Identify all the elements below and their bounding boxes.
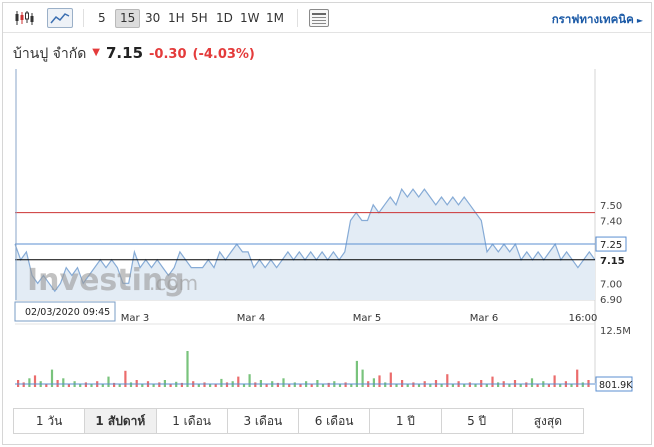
price-chart[interactable]: 7.257.15 7.507.407.006.90 Mar 3 Mar 4 Mar … — [3, 3, 651, 403]
volume-bar — [169, 384, 172, 387]
volume-bar — [468, 382, 471, 387]
volume-bar — [101, 384, 104, 387]
volume-last-label: 801.9K — [599, 380, 633, 391]
volume-bar — [525, 382, 528, 387]
volume-bar — [248, 374, 251, 387]
volume-bar — [129, 382, 133, 387]
investing-logo-suffix: .com — [149, 271, 198, 295]
volume-bar — [203, 382, 206, 387]
range-tab-1m[interactable]: 1 เดือน — [156, 409, 228, 433]
volume-bar — [491, 376, 494, 387]
volume-bar — [378, 375, 381, 387]
volume-bar — [79, 384, 82, 387]
x-tick-label: Mar 6 — [470, 313, 498, 324]
volume-bar — [474, 384, 477, 387]
volume-bar — [451, 384, 454, 387]
volume-bar — [158, 382, 161, 387]
volume-bar — [33, 375, 37, 387]
volume-bar — [440, 384, 443, 387]
volume-bar — [62, 378, 65, 387]
range-tab-1w[interactable]: 1 สัปดาห์ — [85, 409, 157, 433]
volume-bar — [384, 382, 387, 387]
volume-bar — [570, 384, 573, 387]
range-tab-1d[interactable]: 1 วัน — [14, 409, 86, 433]
volume-bar — [519, 384, 522, 387]
volume-bar — [508, 384, 511, 387]
volume-bar — [22, 382, 25, 387]
investing-watermark: Investing.com — [27, 263, 198, 298]
range-tab-6m[interactable]: 6 เดือน — [299, 409, 371, 433]
volume-bar — [299, 384, 302, 387]
volume-bar — [220, 378, 223, 387]
volume-bar — [45, 384, 48, 387]
x-tick-label: Mar 3 — [121, 313, 149, 324]
volume-bar — [254, 382, 257, 387]
volume-bar — [84, 382, 87, 387]
volume-bar — [412, 382, 415, 387]
chart-widget: 5 15 30 1H 5H 1D 1W 1M กราฟทางเทคนิค ► บ้… — [2, 2, 652, 445]
y-tick-label: 7.40 — [600, 217, 622, 228]
x-tick-label: 16:00 — [569, 313, 598, 324]
y-tick-label: 6.90 — [600, 295, 622, 306]
crosshair-time-label: 02/03/2020 09:45 — [25, 307, 110, 318]
volume-bar — [446, 374, 449, 387]
volume-bar — [293, 382, 296, 387]
volume-bar — [152, 384, 155, 387]
volume-bar — [197, 384, 200, 387]
chart-grid — [15, 69, 596, 383]
x-tick-label: Mar 5 — [353, 313, 381, 324]
volume-bar — [186, 351, 189, 387]
volume-bar — [237, 376, 240, 387]
volume-bar — [124, 370, 127, 387]
volume-bar — [225, 382, 229, 387]
x-tick-label: Mar 4 — [237, 313, 265, 324]
volume-bar — [344, 382, 347, 387]
volume-bar — [406, 384, 409, 387]
range-tabs: 1 วัน 1 สัปดาห์ 1 เดือน 3 เดือน 6 เดือน … — [13, 408, 584, 434]
volume-bar — [355, 360, 358, 387]
volume-bar — [547, 384, 550, 387]
volume-bar — [321, 384, 325, 387]
price-line-label: 7.25 — [600, 240, 622, 251]
volume-bar — [417, 384, 421, 387]
range-tab-5y[interactable]: 5 ปี — [441, 409, 513, 433]
volume-bar — [553, 375, 556, 387]
range-tab-1y[interactable]: 1 ปี — [370, 409, 442, 433]
volume-max-label: 12.5M — [600, 326, 631, 337]
price-line-label: 7.15 — [600, 256, 625, 267]
volume-bar — [67, 384, 70, 387]
volume-bar — [530, 378, 534, 387]
volume-bar — [209, 384, 212, 387]
volume-bar — [107, 376, 110, 387]
range-tab-3m[interactable]: 3 เดือน — [227, 409, 299, 433]
volume-bar — [282, 378, 285, 387]
y-tick-label: 7.50 — [600, 201, 622, 212]
x-axis-ticks: Mar 3 Mar 4 Mar 5 Mar 6 16:00 — [121, 313, 598, 324]
volume-bar — [389, 372, 392, 387]
volume-bar — [485, 384, 488, 387]
volume-bar — [118, 384, 121, 387]
volume-bar — [338, 384, 342, 387]
volume-bar — [28, 378, 31, 387]
range-tab-max[interactable]: สูงสุด — [512, 409, 583, 433]
volume-bar — [372, 378, 375, 387]
volume-bar — [265, 384, 268, 387]
volume-bars: 12.5M 801.9K — [15, 326, 633, 392]
volume-bar — [581, 382, 584, 387]
volume-bar — [497, 382, 500, 387]
volume-bar — [350, 384, 353, 387]
y-tick-label: 7.00 — [600, 279, 622, 290]
